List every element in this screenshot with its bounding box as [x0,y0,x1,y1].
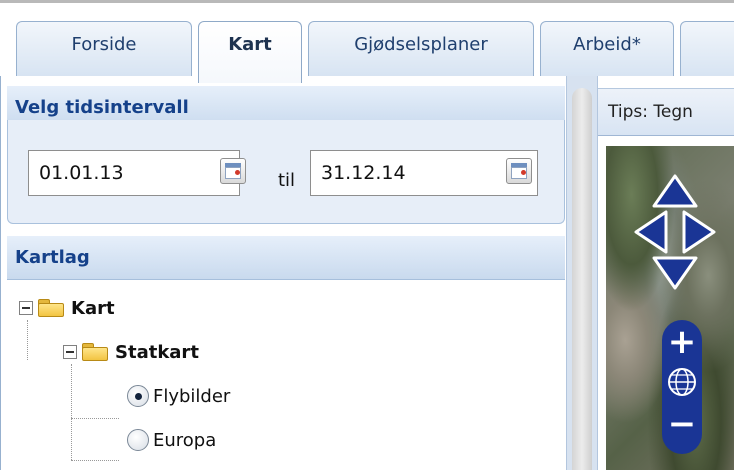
to-label: til [278,170,296,191]
splitter-handle[interactable] [572,88,592,470]
globe-icon[interactable] [666,366,698,398]
pan-down-icon[interactable] [652,256,698,290]
tab-label: Kart [228,34,272,55]
collapse-icon[interactable] [19,301,33,315]
tree-connector [71,364,72,460]
layers-header[interactable]: Kartlag [7,236,565,280]
layers-title: Kartlag [15,247,90,268]
to-date-value: 31.12.14 [321,162,406,184]
left-panel: Velg tidsintervall 01.01.13 til 31.12.14… [0,76,566,470]
tab-gjodselsplaner[interactable]: Gjødselsplaner [308,21,534,79]
tree-item-statkart[interactable]: Statkart [63,338,199,366]
tree-connector [27,320,28,360]
radio-button[interactable] [127,429,149,451]
layer-option-flybilder[interactable]: Flybilder [127,382,230,410]
tree-connector [71,418,119,419]
from-date-field[interactable]: 01.01.13 [28,150,240,196]
tab-forside[interactable]: Forside [16,21,192,79]
tab-bar: Forside Kart Gjødselsplaner Arbeid* [0,0,734,83]
tree-item-label: Kart [71,297,115,319]
tab-label: Arbeid* [573,34,641,55]
calendar-icon[interactable] [506,158,532,184]
app-frame: Forside Kart Gjødselsplaner Arbeid* Velg… [0,0,734,470]
pan-right-icon[interactable] [682,210,716,254]
folder-icon [37,298,65,318]
zoom-control: + − [662,320,702,454]
from-date-value: 01.01.13 [39,162,124,184]
tree-item-kart[interactable]: Kart [19,294,115,322]
tab-more[interactable] [680,21,734,79]
time-interval-panel: 01.01.13 til 31.12.14 [7,120,565,224]
collapse-icon[interactable] [63,345,77,359]
tab-arbeid[interactable]: Arbeid* [540,21,674,79]
tips-text: Tips: Tegn [608,102,693,122]
tab-label: Forside [71,34,137,55]
layer-option-label: Europa [153,429,217,451]
layer-option-label: Flybilder [153,385,231,407]
zoom-out-icon[interactable]: − [662,404,702,444]
folder-icon [81,342,109,362]
map-canvas[interactable]: + − [606,146,734,470]
pan-up-icon[interactable] [652,174,698,208]
tree-connector [71,460,119,461]
tree-item-label: Statkart [115,341,199,363]
pan-left-icon[interactable] [634,210,668,254]
tips-bar: Tips: Tegn [598,88,734,136]
calendar-icon[interactable] [220,158,246,184]
panel-splitter [566,76,598,470]
tab-kart[interactable]: Kart [198,21,302,83]
zoom-in-icon[interactable]: + [662,322,702,362]
pan-control [632,172,718,292]
time-interval-title: Velg tidsintervall [15,97,189,118]
tab-label: Gjødselsplaner [354,34,488,55]
radio-button-checked[interactable] [127,385,149,407]
map-panel: Tips: Tegn + − [598,76,734,470]
to-date-field[interactable]: 31.12.14 [310,150,538,196]
layer-option-europa[interactable]: Europa [127,426,216,454]
